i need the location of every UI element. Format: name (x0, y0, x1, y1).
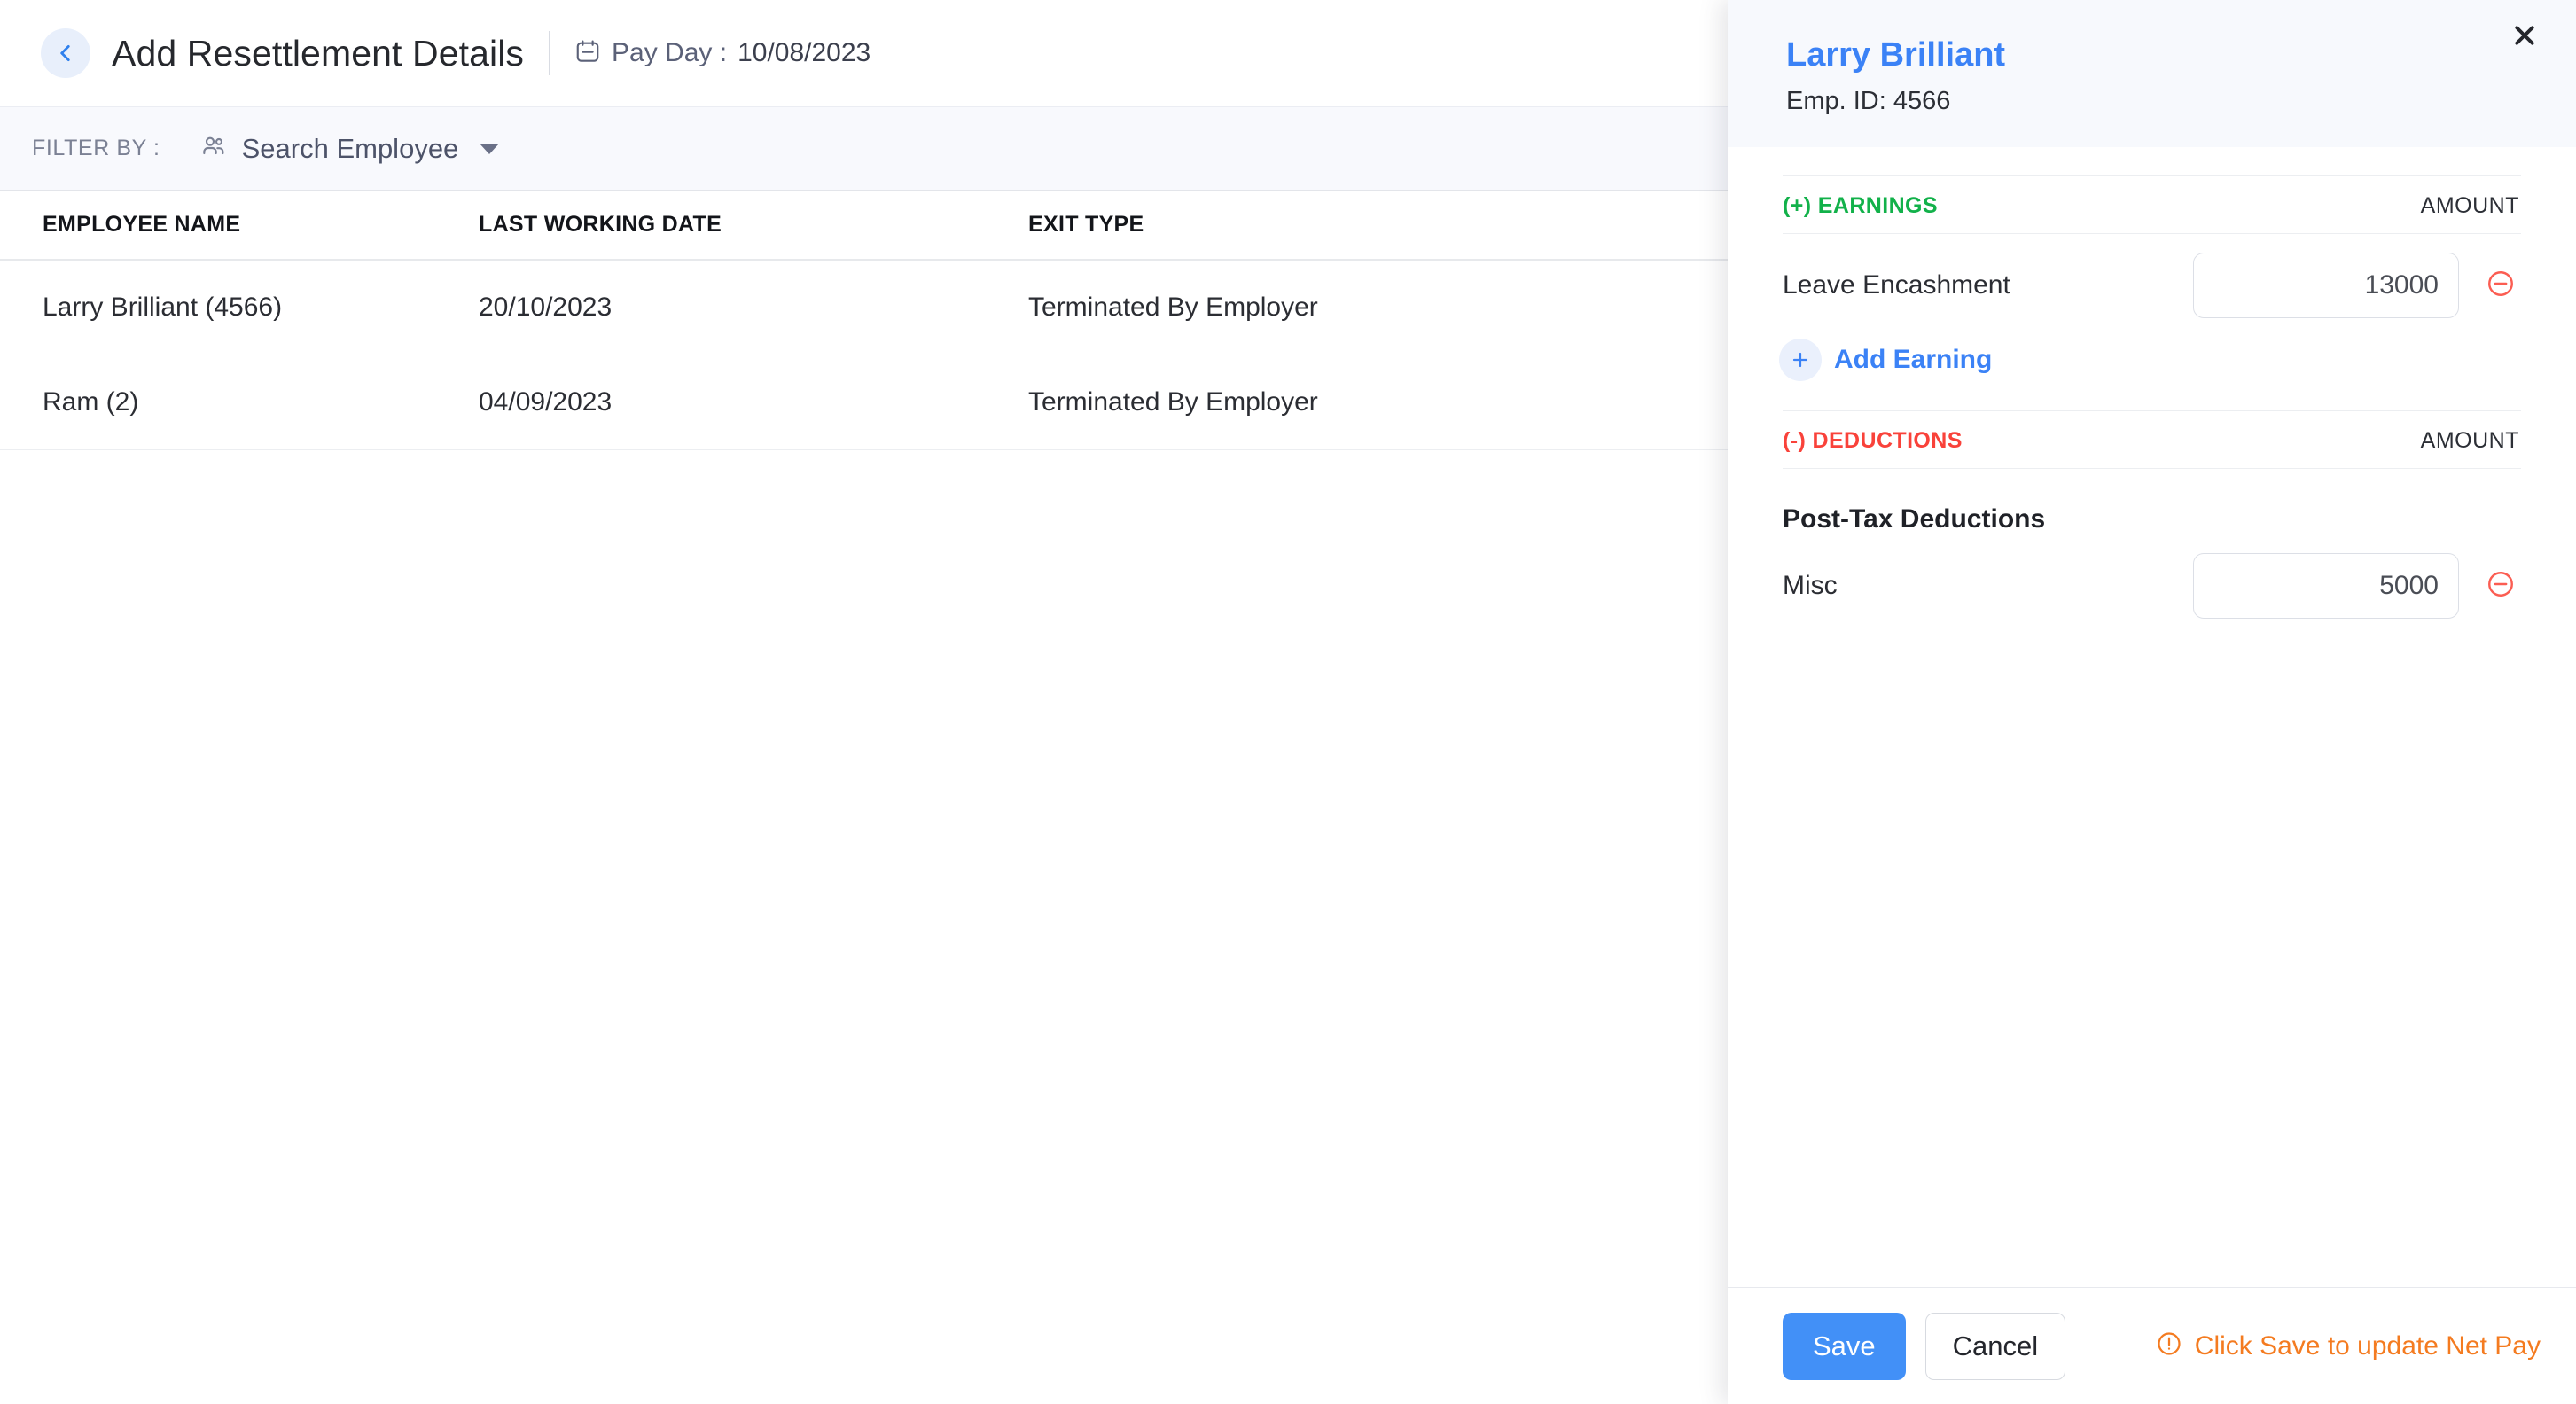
chevron-left-icon (54, 42, 77, 65)
chevron-down-icon (480, 144, 499, 154)
panel-header: Larry Brilliant Emp. ID: 4566 (1728, 0, 2576, 147)
payday-block: Pay Day : 10/08/2023 (574, 38, 870, 69)
employee-filter-value: Search Employee (242, 133, 459, 165)
resettlement-details-panel: Larry Brilliant Emp. ID: 4566 (+) EARNIN… (1728, 0, 2576, 1404)
minus-circle-icon (2486, 569, 2516, 604)
minus-circle-icon (2486, 269, 2516, 303)
exclamation-circle-icon (2156, 1330, 2182, 1361)
cell-exit-type: Terminated By Employer (1028, 292, 1728, 323)
panel-employee-id: Emp. ID: 4566 (1786, 87, 2576, 116)
post-tax-deductions-subheading: Post-Tax Deductions (1783, 504, 2521, 534)
calendar-icon (574, 38, 601, 69)
column-header-employee-name: EMPLOYEE NAME (0, 212, 479, 238)
net-pay-warning: Click Save to update Net Pay (2156, 1330, 2541, 1361)
filter-bar: FILTER BY : Search Employee (0, 106, 1728, 191)
earning-line-item: Leave Encashment (1783, 234, 2521, 333)
add-earning-label: Add Earning (1834, 345, 1992, 375)
resettlement-table: EMPLOYEE NAME LAST WORKING DATE EXIT TYP… (0, 191, 1728, 450)
plus-icon (1779, 339, 1822, 381)
deductions-amount-header: AMOUNT (2421, 428, 2521, 454)
cell-last-working-date: 04/09/2023 (479, 387, 1028, 417)
earnings-title: (+) EARNINGS (1783, 193, 1938, 219)
cancel-button[interactable]: Cancel (1925, 1313, 2066, 1380)
panel-employee-name: Larry Brilliant (1786, 37, 2576, 74)
app-root: Add Resettlement Details Pay Day : 10/08… (0, 0, 2576, 1404)
close-icon (2511, 22, 2538, 53)
back-button[interactable] (41, 28, 90, 78)
panel-footer: Save Cancel Click Save to update Net Pay (1728, 1287, 2576, 1404)
title-divider (549, 31, 550, 75)
payday-label: Pay Day : (612, 38, 727, 68)
add-earning-button[interactable]: Add Earning (1779, 339, 1992, 381)
cell-last-working-date: 20/10/2023 (479, 292, 1028, 323)
deduction-label: Misc (1783, 571, 1838, 601)
page-header: Add Resettlement Details Pay Day : 10/08… (0, 0, 1728, 106)
save-button[interactable]: Save (1783, 1313, 1906, 1380)
filter-by-label: FILTER BY : (32, 136, 160, 161)
deduction-line-item: Misc (1783, 534, 2521, 634)
remove-earning-button[interactable] (2480, 269, 2521, 303)
deductions-section-header: (-) DEDUCTIONS AMOUNT (1783, 410, 2521, 469)
column-header-last-working-date: LAST WORKING DATE (479, 212, 1028, 238)
cell-employee-name: Ram (2) (0, 387, 479, 417)
earnings-amount-header: AMOUNT (2421, 193, 2521, 219)
remove-deduction-button[interactable] (2480, 569, 2521, 604)
main-content: Add Resettlement Details Pay Day : 10/08… (0, 0, 1728, 1404)
earning-label: Leave Encashment (1783, 270, 2010, 300)
table-header-row: EMPLOYEE NAME LAST WORKING DATE EXIT TYP… (0, 191, 1728, 261)
earning-amount-input[interactable] (2193, 253, 2459, 318)
earnings-section-header: (+) EARNINGS AMOUNT (1783, 176, 2521, 234)
close-button[interactable] (2503, 16, 2546, 58)
page-title: Add Resettlement Details (112, 33, 524, 74)
people-icon (199, 132, 228, 165)
cell-employee-name: Larry Brilliant (4566) (0, 292, 479, 323)
payday-value: 10/08/2023 (738, 38, 870, 68)
deduction-amount-input[interactable] (2193, 553, 2459, 619)
cell-exit-type: Terminated By Employer (1028, 387, 1728, 417)
net-pay-warning-text: Click Save to update Net Pay (2195, 1331, 2541, 1361)
deductions-title: (-) DEDUCTIONS (1783, 428, 1963, 454)
table-row[interactable]: Larry Brilliant (4566) 20/10/2023 Termin… (0, 261, 1728, 355)
column-header-exit-type: EXIT TYPE (1028, 212, 1728, 238)
table-row[interactable]: Ram (2) 04/09/2023 Terminated By Employe… (0, 355, 1728, 450)
panel-body: (+) EARNINGS AMOUNT Leave Encashment (1728, 147, 2576, 1287)
employee-filter-dropdown[interactable]: Search Employee (199, 132, 500, 165)
